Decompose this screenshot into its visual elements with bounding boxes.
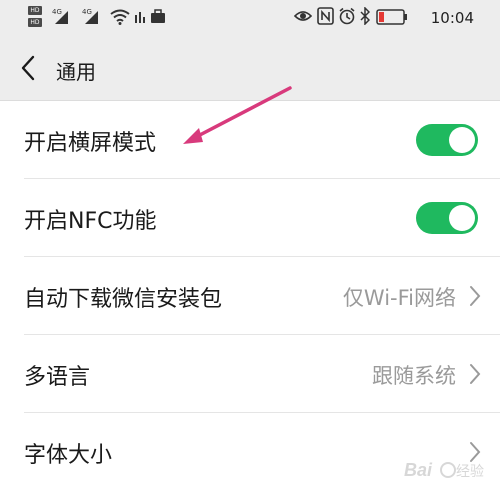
setting-row-language[interactable]: 多语言 跟随系统 [0, 335, 500, 413]
signal-tag-1: 4G [52, 8, 62, 16]
setting-label-language: 多语言 [24, 365, 91, 390]
briefcase-icon [150, 9, 166, 28]
status-bar: HD HD 4G 4G 10:04 [0, 0, 500, 36]
signal-tag-2: 4G [82, 8, 92, 16]
setting-row-landscape[interactable]: 开启横屏模式 [0, 101, 500, 179]
landscape-toggle[interactable] [416, 124, 478, 156]
back-button[interactable] [14, 52, 44, 84]
hd-badges: HD HD [28, 6, 46, 30]
setting-value-auto-download: 仅Wi-Fi网络 [342, 286, 456, 310]
signal-icon-2: 4G [82, 8, 100, 29]
setting-label-font-size: 字体大小 [24, 443, 113, 468]
setting-row-nfc[interactable]: 开启NFC功能 [0, 179, 500, 257]
nfc-icon [317, 7, 334, 29]
wifi-icon [110, 9, 130, 29]
svg-text:Bai: Bai [404, 460, 433, 480]
nav-header: 通用 [0, 36, 500, 101]
chevron-right-icon [470, 286, 481, 306]
battery-low-icon [376, 9, 408, 29]
chevron-right-icon [470, 364, 481, 384]
setting-value-language: 跟随系统 [372, 364, 456, 388]
nfc-toggle[interactable] [416, 202, 478, 234]
svg-text:经验: 经验 [456, 463, 484, 479]
hd-badge-1: HD [28, 6, 42, 15]
setting-label-nfc: 开启NFC功能 [24, 209, 157, 234]
hd-badge-2: HD [28, 18, 42, 27]
page-title: 通用 [56, 60, 96, 84]
data-icon [134, 9, 148, 29]
setting-label-auto-download: 自动下载微信安装包 [24, 287, 223, 312]
eye-icon [293, 7, 313, 29]
bluetooth-icon [360, 6, 371, 29]
setting-label-landscape: 开启横屏模式 [24, 131, 157, 156]
toggle-knob [449, 127, 475, 153]
chevron-left-icon [21, 55, 35, 81]
clock: 10:04 [430, 9, 474, 27]
baidu-watermark-icon: Bai 经验 [404, 460, 484, 480]
toggle-knob [449, 205, 475, 231]
alarm-icon [338, 7, 356, 29]
signal-icon-1: 4G [52, 8, 70, 29]
setting-row-auto-download[interactable]: 自动下载微信安装包 仅Wi-Fi网络 [0, 257, 500, 335]
settings-list: 开启横屏模式 开启NFC功能 自动下载微信安装包 仅Wi-Fi网络 多语言 跟随… [0, 101, 500, 491]
